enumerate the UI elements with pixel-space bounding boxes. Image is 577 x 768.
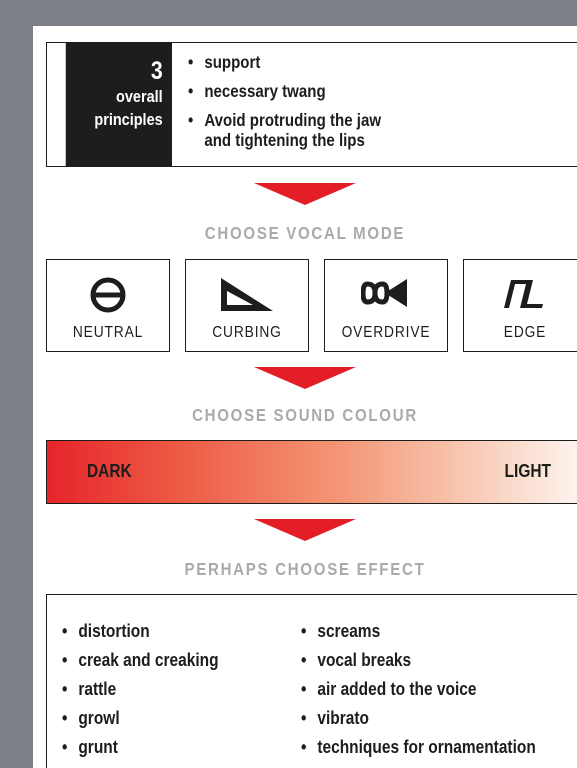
mode-label: OVERDRIVE [341, 324, 431, 341]
effect-item: air added to the voice [301, 679, 536, 699]
principle-item: Avoid protruding the jaw and tightening … [188, 110, 381, 150]
mode-card-overdrive[interactable]: OVERDRIVE [324, 259, 448, 352]
effect-item: screams [301, 621, 536, 641]
down-arrow-icon [254, 519, 356, 541]
mode-label: NEUTRAL [72, 324, 144, 341]
principles-label: 3 overall principles [65, 43, 172, 166]
effect-item: growl [62, 708, 219, 728]
down-arrow-icon [254, 367, 356, 389]
mode-card-neutral[interactable]: NEUTRAL [46, 259, 170, 352]
principles-box: 3 overall principles support necessary t… [46, 42, 577, 167]
mode-label: CURBING [212, 324, 282, 341]
effect-item: rattle [62, 679, 219, 699]
principle-text: Avoid protruding the jaw [204, 110, 382, 130]
mode-card-curbing[interactable]: CURBING [185, 259, 309, 352]
principles-number: 3 [150, 57, 163, 85]
principle-text-continued: and tightening the lips [204, 130, 365, 150]
mode-label: EDGE [503, 324, 547, 341]
effect-item: distortion [62, 621, 219, 641]
principles-label-line1: overall [116, 87, 163, 106]
choose-sound-colour-title: CHOOSE SOUND COLOUR [192, 405, 418, 425]
page-sheet: 3 overall principles support necessary t… [33, 26, 577, 768]
curbing-mode-icon [221, 278, 273, 311]
principle-text: necessary twang [204, 81, 326, 101]
effects-list-left: distortion creak and creaking rattle gro… [62, 621, 244, 766]
overdrive-mode-icon [361, 279, 407, 307]
choose-vocal-mode-title: CHOOSE VOCAL MODE [204, 223, 406, 243]
effects-box: distortion creak and creaking rattle gro… [46, 594, 577, 768]
principle-item: support [188, 52, 381, 72]
principles-list: support necessary twang Avoid protruding… [188, 52, 412, 159]
effect-item: vibrato [301, 708, 536, 728]
dark-label: DARK [87, 461, 132, 481]
effect-item: grunt [62, 737, 219, 757]
effect-item: techniques for ornamentation [301, 737, 536, 757]
light-label: LIGHT [504, 461, 551, 481]
mode-card-edge[interactable]: EDGE [463, 259, 577, 352]
effect-item: creak and creaking [62, 650, 219, 670]
principles-label-line2: principles [94, 110, 163, 129]
down-arrow-icon [254, 183, 356, 205]
effects-list-right: screams vocal breaks air added to the vo… [301, 621, 574, 766]
sound-colour-bar[interactable]: DARK LIGHT [46, 440, 577, 504]
edge-mode-icon [504, 280, 543, 308]
effect-item: vocal breaks [301, 650, 536, 670]
principle-text: support [204, 52, 261, 72]
principle-item: necessary twang [188, 81, 381, 101]
neutral-mode-icon [90, 277, 126, 313]
perhaps-choose-effect-title: PERHAPS CHOOSE EFFECT [184, 559, 426, 579]
